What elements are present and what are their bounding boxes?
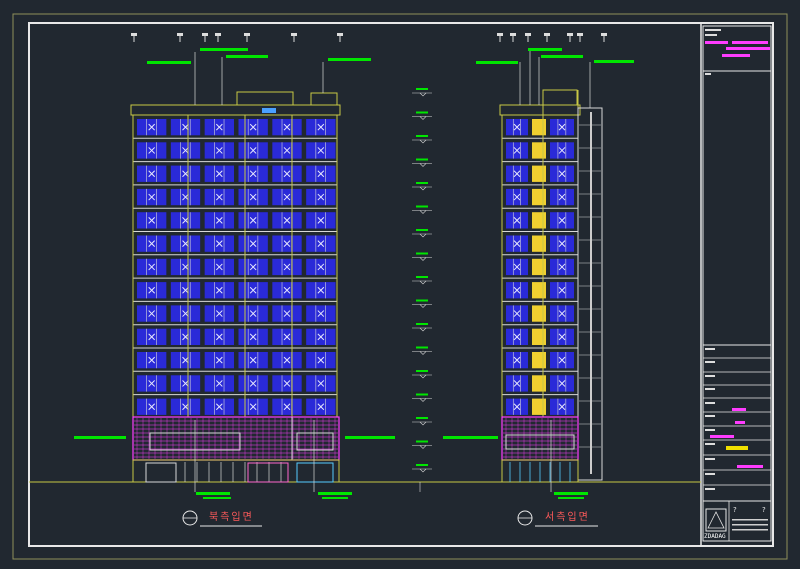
tb-small-text [732, 519, 768, 521]
tb-small-text [732, 524, 768, 526]
tb-text-magenta [705, 41, 728, 44]
stair-window [532, 282, 546, 299]
sig-mark: ? [762, 506, 766, 514]
stair-window [532, 305, 546, 322]
level-tag [416, 276, 428, 278]
level-tag [416, 229, 428, 231]
level-tag [416, 205, 428, 208]
level-tag [416, 370, 428, 372]
tb-text-magenta [732, 41, 768, 44]
leader-tag [203, 497, 231, 499]
leader-tag [476, 61, 518, 64]
tb-label [705, 443, 715, 445]
leader-tag [322, 497, 348, 499]
dimension-text [202, 33, 208, 36]
level-tag [416, 135, 428, 137]
tb-text-magenta [737, 465, 763, 468]
level-tag [416, 440, 428, 443]
level-tag [416, 346, 428, 349]
tb-label [705, 429, 715, 431]
dimension-text [577, 33, 583, 36]
tb-label [705, 488, 715, 490]
leader-tag [74, 436, 126, 439]
dimension-text [497, 33, 503, 36]
tb-label [705, 361, 715, 363]
stair-window [532, 119, 546, 136]
leader-tag [318, 492, 352, 495]
dimension-text [215, 33, 221, 36]
leader-tag [147, 61, 191, 64]
level-tag [416, 252, 428, 255]
leader-tag [594, 60, 634, 63]
level-tag [416, 158, 428, 161]
tb-text-magenta [726, 47, 770, 50]
leader-tag [226, 55, 268, 58]
tb-label [705, 375, 715, 377]
stair-window [532, 375, 546, 392]
dimension-text [131, 33, 137, 36]
tb-text-magenta [722, 54, 750, 57]
level-tag [416, 323, 428, 325]
dimension-text [291, 33, 297, 36]
title-block-logo-text: ZDADAG [704, 533, 726, 540]
stair-window [532, 235, 546, 252]
cad-drawing-viewport[interactable]: ?? [0, 0, 800, 569]
leader-tag [200, 48, 248, 51]
leader-tag [528, 48, 562, 51]
tb-label [705, 348, 715, 350]
dimension-text [510, 33, 516, 36]
dimension-text [337, 33, 343, 36]
tb-label [705, 458, 715, 460]
dimension-text [525, 33, 531, 36]
level-tag [416, 299, 428, 302]
tb-label [705, 388, 715, 390]
tb-text [705, 73, 711, 75]
level-tag [416, 464, 428, 466]
west-elevation-caption: 서측입면 [545, 512, 590, 523]
tb-text [705, 29, 721, 31]
level-tag [416, 111, 428, 114]
north-elevation-caption: 북측입면 [209, 512, 254, 523]
dimension-text [244, 33, 250, 36]
stair-window [532, 142, 546, 159]
tb-small-text [732, 529, 768, 531]
stair-window [532, 212, 546, 229]
leader-tag [554, 492, 588, 495]
roof-vent [262, 108, 276, 113]
tb-highlight [726, 446, 748, 450]
leader-tag [328, 58, 371, 61]
tb-label [705, 402, 715, 404]
stair-window [532, 398, 546, 415]
tb-text [705, 34, 717, 36]
dimension-text [567, 33, 573, 36]
leader-tag [558, 497, 584, 499]
dimension-text [177, 33, 183, 36]
level-tag [416, 88, 428, 90]
tb-text-magenta [710, 435, 734, 438]
leader-tag [443, 436, 498, 439]
stair-window [532, 188, 546, 206]
stair-window [532, 352, 546, 369]
dimension-text [601, 33, 607, 36]
tb-text-magenta [732, 408, 746, 411]
leader-tag [345, 436, 395, 439]
dimension-text [544, 33, 550, 36]
tb-text-magenta [735, 421, 745, 424]
sig-mark: ? [733, 506, 737, 514]
stair-window [532, 258, 546, 276]
stair-window [532, 165, 546, 182]
level-tag [416, 182, 428, 184]
leader-tag [541, 55, 583, 58]
leader-tag [196, 492, 230, 495]
tb-label [705, 415, 715, 417]
level-tag [416, 417, 428, 419]
downpipe [590, 112, 592, 474]
level-tag [416, 393, 428, 396]
tb-label [705, 473, 715, 475]
stair-window [532, 328, 546, 345]
